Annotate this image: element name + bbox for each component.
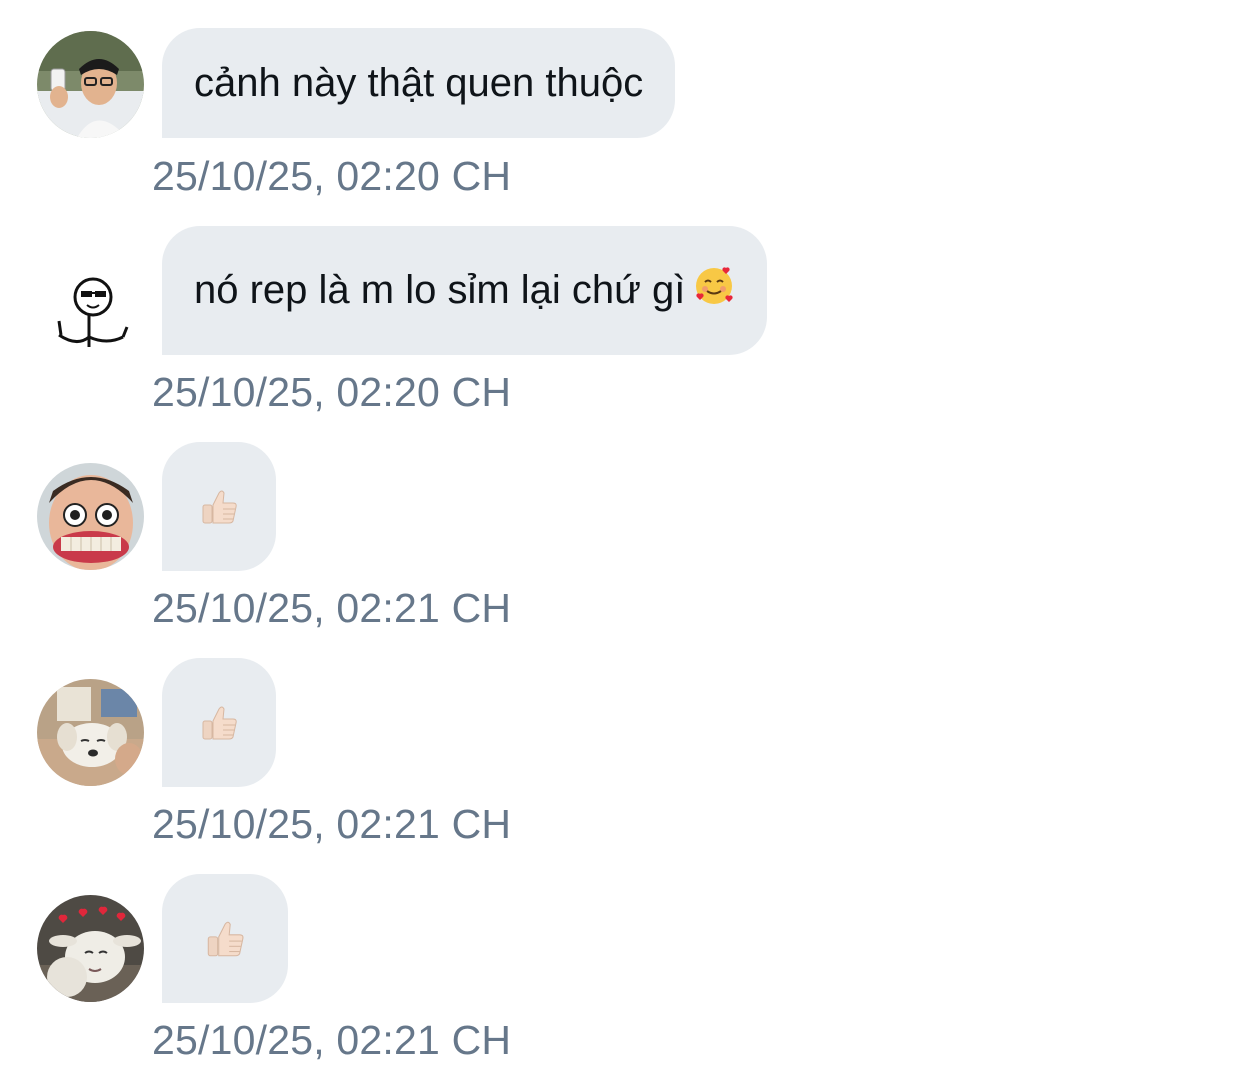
- avatar[interactable]: [37, 679, 144, 786]
- avatar-stick-figure-sunglasses-icon: [37, 247, 144, 354]
- message-bubble[interactable]: [162, 874, 288, 1003]
- timestamp: 25/10/25, 02:20 CH: [152, 369, 512, 415]
- avatar[interactable]: [37, 31, 144, 138]
- message-bubble[interactable]: nó rep là m lo sỉm lại chứ gì: [162, 226, 768, 355]
- avatar-puppy-icon: [37, 679, 144, 786]
- timestamp: 25/10/25, 02:21 CH: [152, 1017, 512, 1063]
- avatar-goat-hearts-icon: [37, 895, 144, 1002]
- timestamp: 25/10/25, 02:21 CH: [152, 801, 512, 847]
- message-bubble[interactable]: cảnh này thật quen thuộc: [162, 28, 676, 138]
- thumbs-up-icon: [197, 485, 241, 529]
- timestamp: 25/10/25, 02:21 CH: [152, 585, 512, 631]
- thumbs-up-icon: [202, 916, 248, 962]
- timestamp: 25/10/25, 02:20 CH: [152, 153, 512, 199]
- thumbs-up-icon: [197, 701, 241, 745]
- avatar-boy-glasses-icon: [37, 31, 144, 138]
- message-text: nó rep là m lo sỉm lại chứ gì: [194, 268, 686, 312]
- smiling-face-with-hearts-icon: [693, 265, 735, 317]
- avatar[interactable]: [37, 247, 144, 354]
- message-bubble[interactable]: [162, 442, 276, 571]
- message-bubble[interactable]: [162, 658, 276, 787]
- avatar-funny-face-icon: [37, 463, 144, 570]
- avatar[interactable]: [37, 895, 144, 1002]
- avatar[interactable]: [37, 463, 144, 570]
- message-text: cảnh này thật quen thuộc: [194, 60, 644, 105]
